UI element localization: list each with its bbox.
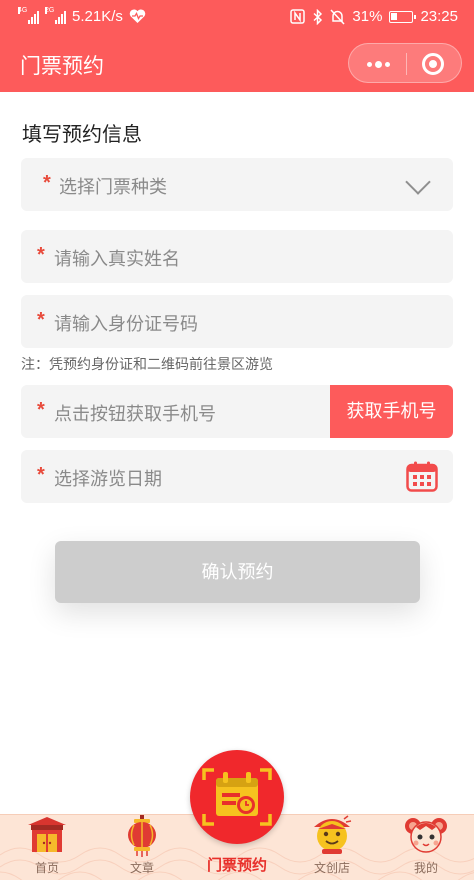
- signal-icon-2: 2G: [45, 6, 66, 24]
- required-mark: *: [43, 172, 51, 194]
- page-title: 门票预约: [20, 55, 104, 78]
- section-title: 填写预约信息: [22, 124, 142, 146]
- required-mark: *: [37, 399, 45, 421]
- phone-placeholder: 点击按钮获取手机号: [54, 404, 216, 424]
- tab-shop[interactable]: 文创店: [292, 815, 372, 880]
- tab-articles[interactable]: 文章: [102, 815, 182, 880]
- shop-mascot-icon: [314, 815, 352, 854]
- tab-tickets-label: 门票预约: [206, 857, 267, 874]
- close-miniprogram-icon[interactable]: [422, 53, 444, 75]
- ticket-type-select[interactable]: * 选择门票种类: [21, 158, 453, 211]
- tab-shop-label: 文创店: [313, 861, 350, 875]
- battery-percent: 31%: [352, 8, 383, 25]
- id-note: 注：凭预约身份证和二维码前往景区游览: [21, 356, 273, 372]
- nfc-icon: [290, 9, 306, 24]
- confirm-button[interactable]: 确认预约: [55, 541, 420, 603]
- phone-field: * 点击按钮获取手机号 获取手机号: [21, 385, 453, 438]
- network-speed: 5.21K/s: [72, 8, 123, 25]
- bluetooth-icon: [313, 8, 323, 25]
- required-mark: *: [37, 464, 45, 486]
- lantern-icon: [128, 815, 156, 857]
- tab-tickets[interactable]: [190, 750, 284, 844]
- date-placeholder: 选择游览日期: [54, 469, 162, 489]
- required-mark: *: [37, 309, 45, 331]
- name-placeholder: 请输入真实姓名: [54, 249, 180, 269]
- ticket-type-placeholder: 选择门票种类: [59, 177, 167, 197]
- capsule-divider: [406, 53, 407, 75]
- signal-icon: 4G: [18, 6, 39, 24]
- calendar-ticket-icon: [202, 768, 272, 826]
- gate-icon: [28, 817, 66, 852]
- get-phone-button[interactable]: 获取手机号: [330, 385, 453, 438]
- tab-profile[interactable]: 我的: [386, 815, 466, 880]
- more-icon[interactable]: [365, 53, 391, 75]
- chevron-down-icon: [405, 169, 431, 195]
- battery-icon: [389, 10, 417, 23]
- tab-home-label: 首页: [34, 861, 59, 875]
- heart-pulse-icon: [129, 9, 146, 23]
- visit-date-picker[interactable]: * 选择游览日期: [21, 450, 453, 503]
- mouse-mascot-icon: [405, 818, 447, 853]
- id-placeholder: 请输入身份证号码: [54, 314, 198, 334]
- clock: 23:25: [420, 8, 458, 25]
- tab-articles-label: 文章: [129, 861, 154, 875]
- mute-bell-icon: [330, 8, 345, 25]
- tab-home[interactable]: 首页: [7, 815, 87, 880]
- name-input[interactable]: * 请输入真实姓名: [21, 230, 453, 283]
- status-bar: 4G 2G 5.21K/s 31% 23:25: [0, 0, 474, 34]
- id-number-input[interactable]: * 请输入身份证号码: [21, 295, 453, 348]
- calendar-icon[interactable]: [406, 461, 438, 492]
- required-mark: *: [37, 244, 45, 266]
- tab-profile-label: 我的: [413, 861, 438, 875]
- miniprogram-capsule: [348, 43, 462, 83]
- nav-bar: 门票预约: [0, 34, 474, 92]
